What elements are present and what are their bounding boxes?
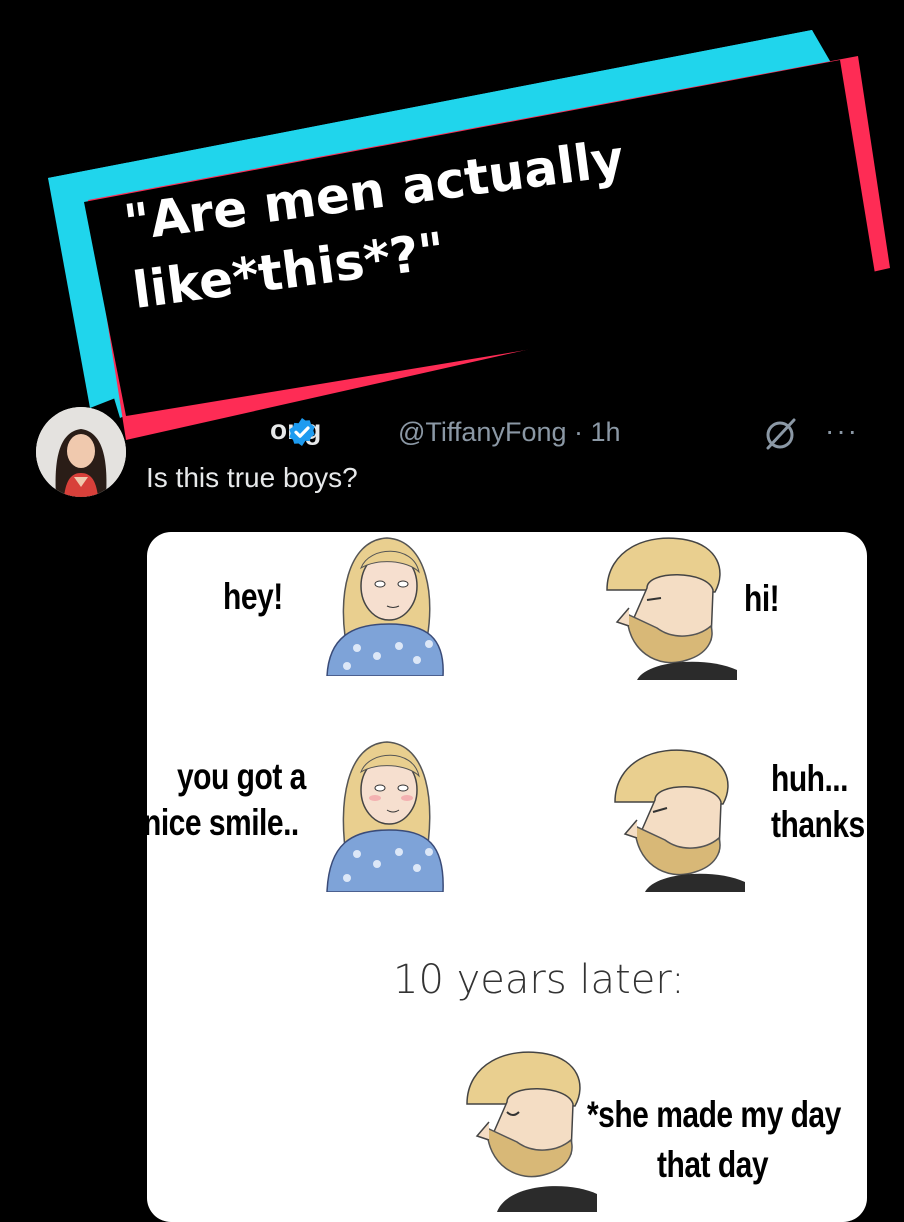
man-figure-1 bbox=[606, 537, 737, 680]
tweet-text: Is this true boys? bbox=[146, 462, 358, 493]
man-figure-3 bbox=[466, 1051, 597, 1212]
caption-thanks: thanks bbox=[771, 804, 865, 846]
caption-she-made-my-day: *she made my day bbox=[587, 1094, 841, 1136]
man-figure-2 bbox=[614, 749, 745, 892]
caption-that-day: that day bbox=[657, 1144, 769, 1186]
title-banner: "Are men actually like*this*?" bbox=[0, 0, 904, 470]
caption-hi: hi! bbox=[744, 578, 780, 620]
avatar[interactable] bbox=[36, 407, 126, 497]
caption-hey: hey! bbox=[223, 576, 283, 618]
woman-figure-2 bbox=[326, 741, 444, 892]
caption-nice-smile: nice smile.. bbox=[147, 802, 299, 844]
caption-huh: huh... bbox=[771, 758, 848, 800]
grok-icon[interactable] bbox=[762, 416, 798, 452]
caption-ten-years-later: 10 years later: bbox=[393, 957, 685, 1003]
handle-row: @TiffanyFong · 1h bbox=[289, 412, 621, 452]
woman-figure-1 bbox=[326, 537, 444, 676]
verified-badge-icon bbox=[289, 418, 315, 446]
more-options-icon[interactable]: ··· bbox=[825, 415, 859, 447]
caption-you-got-a: you got a bbox=[177, 756, 306, 798]
handle-and-time[interactable]: @TiffanyFong · 1h bbox=[398, 417, 621, 448]
avatar-photo bbox=[36, 407, 126, 497]
tweet-image[interactable]: hey! hi! you got a nice smile.. huh... t… bbox=[147, 532, 867, 1222]
